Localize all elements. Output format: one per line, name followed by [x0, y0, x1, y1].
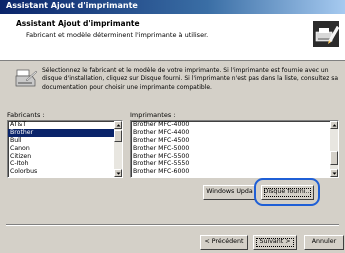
back-label-b: récédent [215, 238, 244, 245]
printers-list[interactable]: Brother MFC-4000 Brother MFC-4400 Brother … [130, 120, 339, 178]
list-item[interactable]: AT&T [8, 121, 122, 129]
back-button[interactable]: < Précédent [200, 235, 248, 250]
scroll-up-icon[interactable] [114, 121, 122, 129]
scroll-up-icon[interactable] [330, 121, 338, 129]
printer-icon [14, 68, 38, 90]
list-item[interactable]: Brother MFC-5000 [131, 145, 338, 153]
list-item[interactable]: Brother MFC-5500 [131, 153, 338, 161]
scroll-down-icon[interactable] [114, 169, 122, 177]
focus-rectangle [256, 238, 294, 247]
manufacturers-scrollbar[interactable] [114, 121, 122, 177]
header-subtitle: Fabricant et modèle déterminent l'imprim… [26, 31, 209, 39]
cancel-button[interactable]: Annuler [304, 235, 344, 250]
scroll-down-icon[interactable] [330, 169, 338, 177]
cancel-label: Annuler [311, 238, 337, 245]
list-item[interactable]: Citizen [8, 153, 122, 161]
list-item[interactable]: Bull [8, 137, 122, 145]
next-button[interactable]: Suivant > [253, 235, 297, 250]
scrollbar-thumb[interactable] [114, 130, 122, 142]
footer-separator [6, 224, 339, 226]
list-item[interactable]: Brother MFC-5550 [131, 160, 338, 168]
manufacturers-label: Fabricants : [7, 111, 45, 119]
header-title: Assistant Ajout d'imprimante [16, 19, 140, 28]
title-bar[interactable]: Assistant Ajout d'imprimante [0, 0, 345, 14]
add-printer-wizard-window: Assistant Ajout d'imprimante Assistant A… [0, 0, 345, 253]
list-item[interactable]: Brother MFC-4000 [131, 121, 338, 129]
windows-update-label: Windows Upda [206, 188, 253, 195]
printers-label: Imprimantes : [130, 111, 176, 119]
wizard-header: Assistant Ajout d'imprimante Fabricant e… [0, 14, 345, 61]
list-item[interactable]: Colorbus [8, 168, 122, 176]
list-item[interactable]: Brother MFC-4500 [131, 137, 338, 145]
scrollbar-thumb[interactable] [330, 151, 338, 165]
manufacturers-list[interactable]: AT&T Brother Bull Canon Citizen C-Itoh Colorbu… [7, 120, 123, 178]
instructions-text: Sélectionnez le fabricant et le modèle d… [42, 67, 339, 91]
list-item[interactable]: Brother MFC-4400 [131, 129, 338, 137]
back-label-a: < P [204, 238, 216, 245]
window-title: Assistant Ajout d'imprimante [6, 1, 138, 10]
printers-scrollbar[interactable] [330, 121, 338, 177]
printer-wizard-icon [312, 20, 340, 48]
list-item[interactable]: Brother MFC-6000 [131, 168, 338, 176]
list-item[interactable]: Canon [8, 145, 122, 153]
list-item[interactable]: Brother [8, 128, 122, 137]
windows-update-button[interactable]: Windows Upda [203, 185, 256, 200]
highlight-ring [254, 178, 320, 206]
list-item[interactable]: C-Itoh [8, 160, 122, 168]
